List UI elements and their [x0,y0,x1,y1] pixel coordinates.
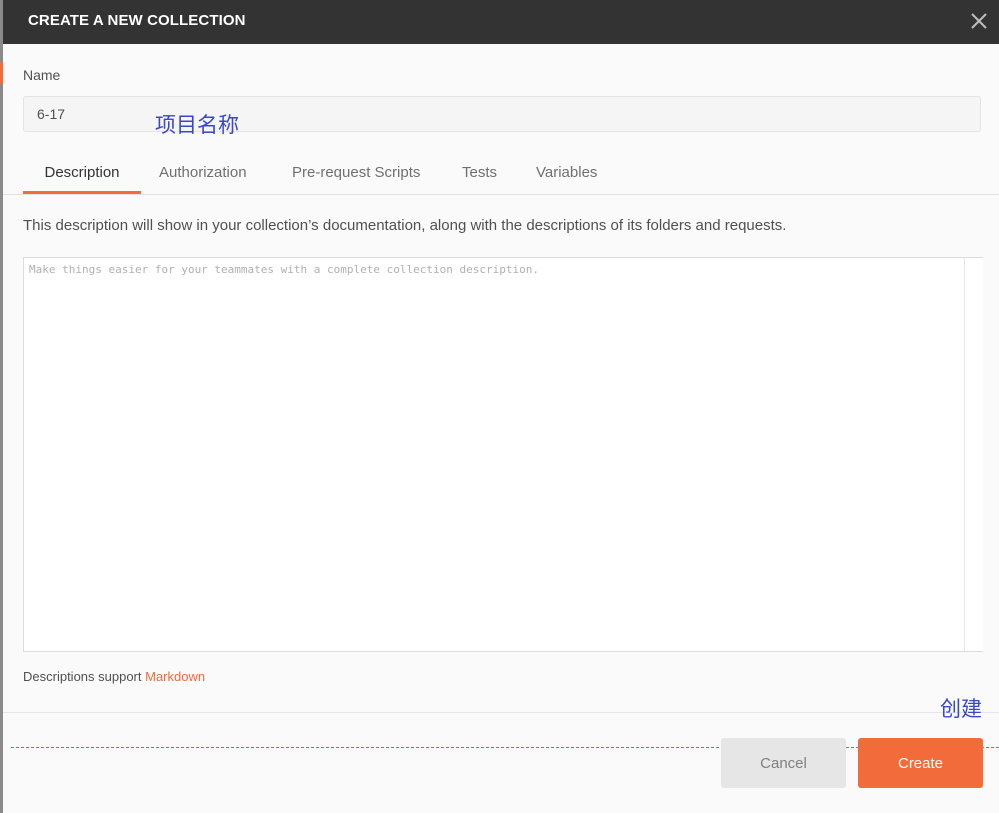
markdown-note: Descriptions support Markdown [23,669,205,684]
description-scrollbar[interactable] [964,258,983,651]
markdown-note-text: Descriptions support [23,669,146,684]
description-textarea[interactable] [23,257,983,652]
tab-description[interactable]: Description [23,154,141,194]
description-help-text: This description will show in your colle… [23,217,787,234]
cancel-button[interactable]: Cancel [721,738,846,788]
name-label: Name [23,67,61,83]
footer-divider [3,712,999,713]
modal-header: CREATE A NEW COLLECTION [3,0,999,44]
tabs-divider [3,194,999,195]
tab-variables[interactable]: Variables [536,154,597,194]
create-collection-modal: CREATE A NEW COLLECTION Name 项目名称 Descri… [3,0,999,813]
modal-title: CREATE A NEW COLLECTION [28,12,246,29]
create-button[interactable]: Create [858,738,983,788]
dashed-guide-line [11,747,999,748]
tab-tests[interactable]: Tests [462,154,497,194]
tab-pre-request-scripts[interactable]: Pre-request Scripts [292,154,420,194]
name-annotation: 项目名称 [155,113,239,137]
create-annotation: 创建 [940,697,982,721]
close-x-glyph [971,13,987,29]
markdown-link[interactable]: Markdown [145,669,205,684]
tab-authorization[interactable]: Authorization [159,154,247,194]
collection-tabs: Description Authorization Pre-request Sc… [23,154,999,194]
close-icon[interactable] [966,8,992,34]
